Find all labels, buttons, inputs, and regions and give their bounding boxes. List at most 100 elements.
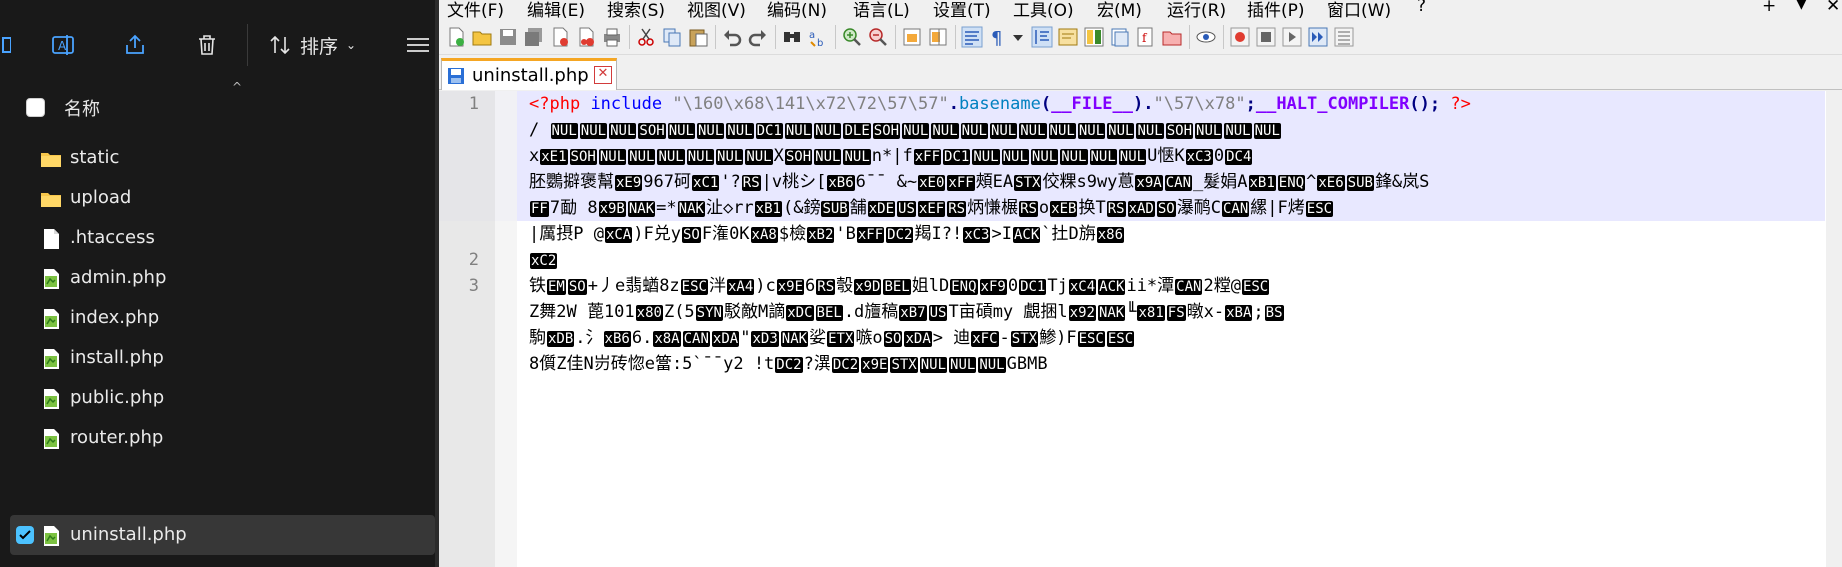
php-file-icon <box>44 526 59 546</box>
control-char: NUL <box>745 149 773 165</box>
code-text: ?潩 <box>803 354 831 374</box>
code-text: o <box>1038 198 1050 218</box>
user-defined-language-icon[interactable] <box>1057 26 1079 48</box>
rename-button[interactable]: A <box>43 28 83 62</box>
menu-view[interactable]: 视图(V) <box>687 0 746 18</box>
new-file-icon[interactable] <box>445 26 467 48</box>
monitoring-eye-icon[interactable] <box>1195 26 1217 48</box>
word-wrap-icon[interactable] <box>961 26 983 48</box>
control-char: NUL <box>1089 149 1117 165</box>
menu-help[interactable]: ? <box>1417 0 1426 16</box>
save-all-icon[interactable] <box>523 26 545 48</box>
magic-constant: __FILE__ <box>1051 94 1133 114</box>
code-line: 8儨Z佳N岃砖惚e簹:5`¯¯y2 !t DC2 ?潩 DC2 x9E STX NUL NUL… <box>529 351 1048 377</box>
code-editor[interactable]: 1 2 3 <?php include "\160\x68\141\x72\72… <box>439 91 1842 567</box>
save-macro-icon[interactable] <box>1333 26 1355 48</box>
code-line: |厲摂P @ xCA)F兑y SO F潅0K xA8 $檢 xB2 'B xFF DC2 羯I?! x… <box>529 221 1125 247</box>
zoom-out-icon[interactable] <box>867 26 889 48</box>
name-column-header[interactable]: 名称 <box>64 95 100 121</box>
menu-search[interactable]: 搜索(S) <box>607 0 665 18</box>
close-window-button[interactable]: ✕ <box>1826 0 1840 16</box>
copy-icon[interactable] <box>661 26 683 48</box>
control-char: ESC <box>1305 201 1334 217</box>
file-row-upload[interactable]: upload <box>10 178 435 218</box>
file-name: public.php <box>70 387 165 408</box>
control-char: NUL <box>1060 149 1088 165</box>
menu-file[interactable]: 文件(F) <box>447 0 504 18</box>
code-text: 鋒&岚S <box>1374 172 1430 192</box>
menu-run[interactable]: 运行(R) <box>1167 0 1226 18</box>
fold-margin[interactable] <box>495 91 517 567</box>
control-char: xA4 <box>726 279 755 295</box>
code-text: 頰EA <box>975 172 1014 192</box>
replace-icon[interactable]: ab <box>807 26 829 48</box>
view-menu-button[interactable] <box>397 28 437 62</box>
new-icon[interactable] <box>0 28 20 62</box>
control-char: US <box>928 305 948 321</box>
trash-icon <box>199 35 215 55</box>
file-row-uninstall-php[interactable]: uninstall.php <box>10 515 435 555</box>
stop-macro-icon[interactable] <box>1255 26 1277 48</box>
checkmark-icon[interactable] <box>16 526 34 544</box>
control-char: xDA <box>904 331 932 347</box>
file-row-static[interactable]: static <box>10 138 435 178</box>
menu-tools[interactable]: 工具(O) <box>1013 0 1074 18</box>
file-row-index-php[interactable]: index.php <box>10 298 435 338</box>
menu-settings[interactable]: 设置(T) <box>933 0 991 18</box>
menu-plugins[interactable]: 插件(P) <box>1247 0 1305 18</box>
sort-button[interactable]: 排序 ⌄ <box>268 28 356 62</box>
function-list-icon[interactable]: f <box>1135 26 1157 48</box>
file-row-admin-php[interactable]: admin.php <box>10 258 435 298</box>
file-name: .htaccess <box>70 227 155 248</box>
undo-icon[interactable] <box>721 26 743 48</box>
menu-window[interactable]: 窗口(W) <box>1327 0 1391 18</box>
menu-edit[interactable]: 编辑(E) <box>527 0 585 18</box>
close-all-icon[interactable] <box>575 26 597 48</box>
record-macro-icon[interactable] <box>1229 26 1251 48</box>
sync-vertical-icon[interactable] <box>901 26 923 48</box>
find-icon[interactable] <box>781 26 803 48</box>
tab-list-button[interactable]: ▼ <box>1796 0 1807 12</box>
redo-icon[interactable] <box>747 26 769 48</box>
play-macro-icon[interactable] <box>1281 26 1303 48</box>
new-tab-button[interactable]: + <box>1762 0 1776 16</box>
file-row-install-php[interactable]: install.php <box>10 338 435 378</box>
menu-language[interactable]: 语言(L) <box>853 0 910 18</box>
tab-uninstall-php[interactable]: uninstall.php ✕ <box>441 58 617 90</box>
code-text: >I <box>991 224 1012 244</box>
document-map-icon[interactable] <box>1083 26 1105 48</box>
control-char: xEF <box>917 201 946 217</box>
control-char: NUL <box>989 123 1018 139</box>
paste-icon[interactable] <box>687 26 709 48</box>
indent-guide-icon[interactable] <box>1031 26 1053 48</box>
run-macro-multiple-icon[interactable] <box>1307 26 1329 48</box>
control-char: NUL <box>949 357 977 373</box>
control-char: xF9 <box>979 279 1007 295</box>
print-icon[interactable] <box>601 26 623 48</box>
select-all-checkbox[interactable] <box>26 98 45 117</box>
menu-macro[interactable]: 宏(M) <box>1097 0 1142 18</box>
control-char: NUL <box>931 123 959 139</box>
share-button[interactable] <box>115 28 155 62</box>
file-row-public-php[interactable]: public.php <box>10 378 435 418</box>
vertical-scrollbar[interactable] <box>1826 91 1842 567</box>
operator: (); <box>1409 94 1441 114</box>
file-row-router-php[interactable]: router.php <box>10 418 435 458</box>
control-char: SO <box>681 227 701 243</box>
menu-encoding[interactable]: 编码(N) <box>767 0 827 18</box>
show-all-characters-icon[interactable]: ¶ <box>987 26 1009 48</box>
close-file-icon[interactable] <box>549 26 571 48</box>
close-tab-icon[interactable]: ✕ <box>594 66 612 84</box>
zoom-in-icon[interactable] <box>841 26 863 48</box>
folder-as-workspace-icon[interactable] <box>1161 26 1183 48</box>
file-row-htaccess[interactable]: .htaccess <box>10 218 435 258</box>
delete-button[interactable] <box>187 28 227 62</box>
code-text: (&鎊 <box>782 198 821 218</box>
cut-icon[interactable] <box>635 26 657 48</box>
code-line: Z舞2W 蓖101 x80 Z(5 SYN 駁敵M謫 xDC BEL .d旜稿 xB7 US T亩碽… <box>529 299 1285 325</box>
document-list-icon[interactable] <box>1109 26 1131 48</box>
open-file-icon[interactable] <box>471 26 493 48</box>
save-icon[interactable] <box>497 26 519 48</box>
sync-horizontal-icon[interactable] <box>927 26 949 48</box>
chevron-down-icon[interactable] <box>1011 26 1025 48</box>
